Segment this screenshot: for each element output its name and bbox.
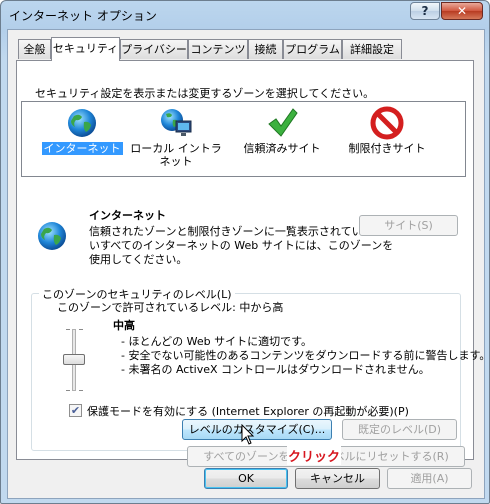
tab-connections[interactable]: 接続 bbox=[248, 39, 283, 59]
sites-button[interactable]: サイト(S) bbox=[359, 215, 458, 236]
zone-title: インターネット bbox=[89, 209, 166, 222]
default-level-button[interactable]: 既定のレベル(D) bbox=[342, 419, 457, 440]
dialog-body: 全般 セキュリティ プライバシー コンテンツ 接続 プログラム 詳細設定 セキュ… bbox=[7, 29, 489, 499]
slider-tick bbox=[66, 329, 70, 330]
zone-label: ローカル イントラネット bbox=[130, 142, 222, 168]
zone-label: 信頼済みサイト bbox=[243, 142, 321, 155]
zone-description-line: 使用してください。 bbox=[89, 253, 188, 266]
tab-general[interactable]: 全般 bbox=[18, 39, 51, 59]
slider-tick bbox=[79, 390, 83, 391]
cancel-button[interactable]: キャンセル bbox=[295, 468, 380, 489]
ok-button[interactable]: OK bbox=[204, 468, 288, 489]
close-button[interactable]: ✕ bbox=[441, 2, 483, 20]
tab-security[interactable]: セキュリティ bbox=[51, 37, 120, 61]
zone-label: 制限付きサイト bbox=[348, 142, 426, 155]
click-annotation: クリック bbox=[287, 446, 342, 465]
custom-level-button[interactable]: レベルのカスタマイズ(C)... bbox=[182, 419, 332, 440]
tab-advanced[interactable]: 詳細設定 bbox=[342, 39, 402, 59]
zone-local-intranet[interactable]: ローカル イントラネット bbox=[126, 106, 226, 168]
zone-instruction: セキュリティ設定を表示または変更するゾーンを選択してください。 bbox=[35, 87, 375, 100]
zone-label: インターネット bbox=[41, 142, 123, 155]
zone-globe-icon bbox=[35, 219, 69, 256]
security-level-slider-thumb[interactable] bbox=[63, 354, 85, 365]
help-button[interactable]: ? bbox=[410, 2, 440, 20]
security-tab-panel: セキュリティ設定を表示または変更するゾーンを選択してください。 インターネット bbox=[16, 60, 489, 467]
title-bar[interactable]: インターネット オプション ? ✕ bbox=[1, 1, 489, 29]
tab-programs[interactable]: プログラム bbox=[283, 39, 342, 59]
window-title: インターネット オプション bbox=[9, 9, 157, 23]
protected-mode-checkbox[interactable]: ✔ bbox=[69, 404, 82, 417]
globe-icon bbox=[65, 106, 99, 140]
slider-tick bbox=[79, 329, 83, 330]
level-description-line: - 未署名の ActiveX コントロールはダウンロードされません。 bbox=[121, 363, 430, 376]
zone-list[interactable]: インターネット ローカル イントラネット 信頼済みサイト 制限付きサイト bbox=[21, 101, 466, 177]
allowed-levels-label: このゾーンで許可されているレベル: 中から高 bbox=[57, 301, 284, 314]
tab-privacy[interactable]: プライバシー bbox=[120, 39, 188, 59]
zone-restricted-sites[interactable]: 制限付きサイト bbox=[337, 106, 437, 155]
apply-button[interactable]: 適用(A) bbox=[387, 468, 472, 489]
internet-options-window: インターネット オプション ? ✕ 全般 セキュリティ プライバシー コンテンツ… bbox=[0, 0, 490, 504]
protected-mode-label[interactable]: 保護モードを有効にする (Internet Explorer の再起動が必要)(… bbox=[87, 403, 409, 419]
intranet-icon bbox=[159, 106, 193, 140]
security-level-name: 中高 bbox=[113, 319, 135, 332]
slider-tick bbox=[66, 390, 70, 391]
checkmark-icon bbox=[265, 106, 299, 140]
zone-trusted-sites[interactable]: 信頼済みサイト bbox=[232, 106, 332, 155]
tab-content[interactable]: コンテンツ bbox=[188, 39, 248, 59]
zone-internet[interactable]: インターネット bbox=[32, 106, 132, 155]
mouse-cursor-icon bbox=[241, 423, 255, 449]
restricted-icon bbox=[370, 106, 404, 140]
